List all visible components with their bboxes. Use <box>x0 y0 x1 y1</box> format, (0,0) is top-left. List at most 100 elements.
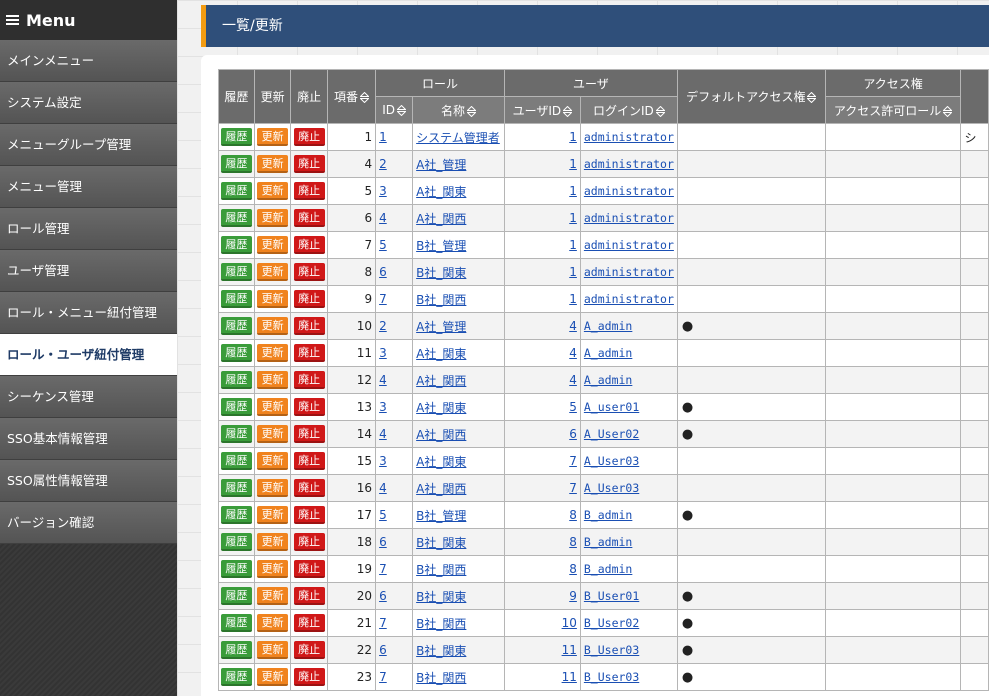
update-button[interactable]: 更新 <box>257 587 289 605</box>
update-button[interactable]: 更新 <box>257 506 289 524</box>
sidebar-item[interactable]: ロール・ユーザ紐付管理 <box>0 334 177 376</box>
login-id-link[interactable]: B_admin <box>584 508 632 522</box>
role-id-link[interactable]: 4 <box>379 373 387 387</box>
user-id-link[interactable]: 5 <box>569 400 577 414</box>
login-id-link[interactable]: B_User03 <box>584 643 639 657</box>
update-button[interactable]: 更新 <box>257 425 289 443</box>
login-id-link[interactable]: A_admin <box>584 346 632 360</box>
sort-icon[interactable] <box>807 92 817 103</box>
abolish-button[interactable]: 廃止 <box>293 209 325 227</box>
role-name-link[interactable]: B社_関東 <box>416 590 466 604</box>
user-id-link[interactable]: 1 <box>569 292 577 306</box>
login-id-link[interactable]: A_user01 <box>584 400 639 414</box>
role-name-link[interactable]: B社_関東 <box>416 266 466 280</box>
role-name-link[interactable]: A社_管理 <box>416 320 466 334</box>
history-button[interactable]: 履歴 <box>220 533 252 551</box>
user-id-link[interactable]: 7 <box>569 454 577 468</box>
role-name-link[interactable]: B社_関西 <box>416 671 466 685</box>
sidebar-item[interactable]: SSO基本情報管理 <box>0 418 177 460</box>
menu-header[interactable]: Menu <box>0 0 177 40</box>
history-button[interactable]: 履歴 <box>220 479 252 497</box>
sort-icon[interactable] <box>397 105 406 116</box>
history-button[interactable]: 履歴 <box>220 398 252 416</box>
user-id-link[interactable]: 1 <box>569 238 577 252</box>
user-id-link[interactable]: 1 <box>569 157 577 171</box>
role-id-link[interactable]: 6 <box>379 265 387 279</box>
role-id-link[interactable]: 7 <box>379 562 387 576</box>
role-name-link[interactable]: B社_関東 <box>416 644 466 658</box>
role-id-link[interactable]: 7 <box>379 670 387 684</box>
col-header-item-no[interactable]: 項番 <box>326 69 377 124</box>
login-id-link[interactable]: B_User02 <box>584 616 639 630</box>
history-button[interactable]: 履歴 <box>220 641 252 659</box>
role-id-link[interactable]: 1 <box>379 130 387 144</box>
user-id-link[interactable]: 8 <box>569 508 577 522</box>
update-button[interactable]: 更新 <box>257 209 289 227</box>
update-button[interactable]: 更新 <box>257 128 289 146</box>
user-id-link[interactable]: 4 <box>569 373 577 387</box>
role-name-link[interactable]: A社_関西 <box>416 482 466 496</box>
sidebar-item[interactable]: システム設定 <box>0 82 177 124</box>
update-button[interactable]: 更新 <box>257 263 289 281</box>
login-id-link[interactable]: administrator <box>584 184 674 198</box>
history-button[interactable]: 履歴 <box>220 263 252 281</box>
sidebar-item[interactable]: ロール・メニュー紐付管理 <box>0 292 177 334</box>
update-button[interactable]: 更新 <box>257 371 289 389</box>
history-button[interactable]: 履歴 <box>220 587 252 605</box>
update-button[interactable]: 更新 <box>257 614 289 632</box>
sidebar-item[interactable]: バージョン確認 <box>0 502 177 544</box>
sidebar-item[interactable]: ロール管理 <box>0 208 177 250</box>
abolish-button[interactable]: 廃止 <box>293 263 325 281</box>
role-id-link[interactable]: 7 <box>379 616 387 630</box>
update-button[interactable]: 更新 <box>257 668 289 686</box>
login-id-link[interactable]: administrator <box>584 238 674 252</box>
login-id-link[interactable]: administrator <box>584 157 674 171</box>
abolish-button[interactable]: 廃止 <box>293 425 325 443</box>
col-header-access-role[interactable]: アクセス許可ロール <box>824 96 962 124</box>
role-name-link[interactable]: A社_関西 <box>416 428 466 442</box>
history-button[interactable]: 履歴 <box>220 182 252 200</box>
abolish-button[interactable]: 廃止 <box>293 236 325 254</box>
role-id-link[interactable]: 6 <box>379 535 387 549</box>
history-button[interactable]: 履歴 <box>220 452 252 470</box>
update-button[interactable]: 更新 <box>257 533 289 551</box>
login-id-link[interactable]: administrator <box>584 292 674 306</box>
history-button[interactable]: 履歴 <box>220 155 252 173</box>
col-header-role-name[interactable]: 名称 <box>412 96 505 124</box>
role-name-link[interactable]: A社_関東 <box>416 455 466 469</box>
abolish-button[interactable]: 廃止 <box>293 371 325 389</box>
history-button[interactable]: 履歴 <box>220 371 252 389</box>
update-button[interactable]: 更新 <box>257 560 289 578</box>
role-name-link[interactable]: A社_関西 <box>416 374 466 388</box>
sort-icon[interactable] <box>943 105 953 117</box>
abolish-button[interactable]: 廃止 <box>293 587 325 605</box>
role-name-link[interactable]: B社_管理 <box>416 509 466 523</box>
role-id-link[interactable]: 2 <box>379 319 387 333</box>
update-button[interactable]: 更新 <box>257 317 289 335</box>
sidebar-item[interactable]: メインメニュー <box>0 40 177 82</box>
user-id-link[interactable]: 11 <box>562 670 577 684</box>
user-id-link[interactable]: 6 <box>569 427 577 441</box>
col-header-user-id[interactable]: ユーザID <box>503 96 581 124</box>
update-button[interactable]: 更新 <box>257 398 289 416</box>
abolish-button[interactable]: 廃止 <box>293 533 325 551</box>
role-id-link[interactable]: 4 <box>379 211 387 225</box>
user-id-link[interactable]: 9 <box>569 589 577 603</box>
role-id-link[interactable]: 3 <box>379 184 387 198</box>
role-id-link[interactable]: 5 <box>379 508 387 522</box>
history-button[interactable]: 履歴 <box>220 425 252 443</box>
login-id-link[interactable]: A_admin <box>584 319 632 333</box>
role-name-link[interactable]: A社_関東 <box>416 347 466 361</box>
user-id-link[interactable]: 1 <box>569 184 577 198</box>
history-button[interactable]: 履歴 <box>220 560 252 578</box>
login-id-link[interactable]: A_admin <box>584 373 632 387</box>
role-id-link[interactable]: 3 <box>379 400 387 414</box>
role-name-link[interactable]: B社_関西 <box>416 563 466 577</box>
sidebar-item[interactable]: メニューグループ管理 <box>0 124 177 166</box>
login-id-link[interactable]: B_User01 <box>584 589 639 603</box>
login-id-link[interactable]: B_admin <box>584 535 632 549</box>
login-id-link[interactable]: administrator <box>584 265 674 279</box>
abolish-button[interactable]: 廃止 <box>293 344 325 362</box>
sidebar-item[interactable]: メニュー管理 <box>0 166 177 208</box>
abolish-button[interactable]: 廃止 <box>293 290 325 308</box>
